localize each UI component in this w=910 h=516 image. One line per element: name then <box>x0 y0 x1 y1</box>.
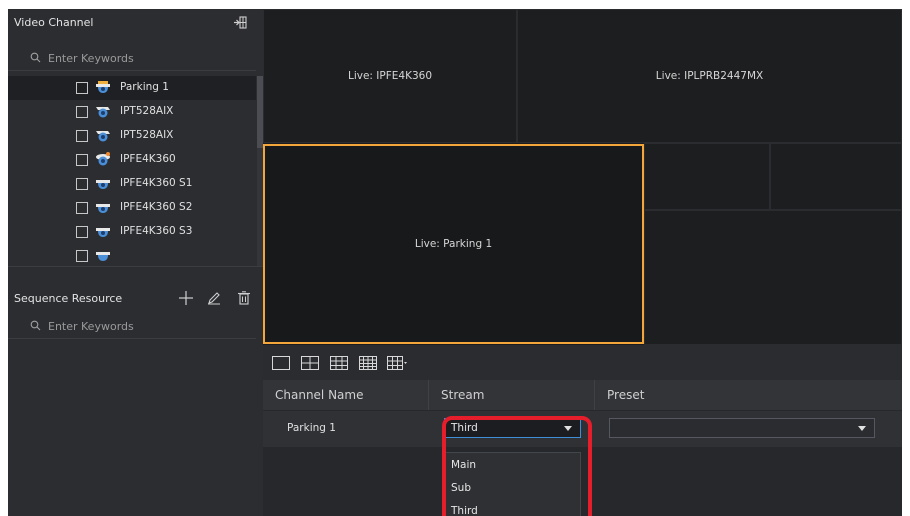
video-tile-2[interactable]: Live: IPLPRB2447MX <box>517 9 902 143</box>
tree-item-label: IPT528AIX <box>120 129 174 141</box>
search-icon <box>30 320 41 331</box>
tile-label: Live: IPLPRB2447MX <box>655 70 764 82</box>
edit-icon[interactable] <box>206 290 222 306</box>
open-to-window-icon[interactable] <box>232 14 248 30</box>
channel-checkbox[interactable] <box>76 154 88 166</box>
stream-select-value: Third <box>451 422 478 434</box>
tree-item-ipt528aix-2[interactable]: IPT528AIX <box>8 124 256 148</box>
stream-option-third[interactable]: Third <box>445 499 580 516</box>
tree-item-label: IPFE4K360 <box>120 153 176 165</box>
tile-label: Live: Parking 1 <box>414 238 493 250</box>
sequence-search-input[interactable] <box>48 320 248 333</box>
video-channel-header: Video Channel <box>8 9 263 35</box>
left-panel: Video Channel Parking 1 IPT528AIX <box>8 9 263 516</box>
tree-item-label: IPT528AIX <box>120 105 174 117</box>
channel-search[interactable] <box>8 47 256 71</box>
dome-camera-icon <box>96 204 110 213</box>
channel-search-input[interactable] <box>48 52 248 65</box>
add-icon[interactable] <box>178 290 194 306</box>
channel-checkbox[interactable] <box>76 106 88 118</box>
section-divider <box>8 266 263 267</box>
column-header-stream: Stream <box>429 380 595 410</box>
channel-checkbox[interactable] <box>76 202 88 214</box>
channel-checkbox[interactable] <box>76 226 88 238</box>
video-client-window: Video Channel Parking 1 IPT528AIX <box>8 9 902 516</box>
tree-item-label: IPFE4K360 S3 <box>120 225 193 237</box>
chevron-down-icon <box>858 426 866 431</box>
video-grid: Live: IPFE4K360 Live: IPLPRB2447MX Live:… <box>263 9 902 345</box>
search-icon <box>30 52 41 63</box>
channel-checkbox[interactable] <box>76 178 88 190</box>
bullet-camera-icon <box>96 107 110 118</box>
channel-tree: Parking 1 IPT528AIX IPT528AIX IPFE4K360 <box>8 76 258 266</box>
layout-4x4-icon[interactable] <box>358 355 378 371</box>
column-header-label: Preset <box>607 388 645 402</box>
stream-option-sub[interactable]: Sub <box>445 476 580 499</box>
layout-2x2-icon[interactable] <box>300 355 320 371</box>
bullet-camera-icon <box>96 131 110 142</box>
column-header-label: Stream <box>441 388 485 402</box>
tree-item-parking-1[interactable]: Parking 1 <box>8 76 256 100</box>
video-tile-empty[interactable] <box>770 143 902 210</box>
table-header: Channel Name Stream Preset <box>263 380 902 410</box>
fisheye-camera-icon <box>96 152 110 166</box>
channel-name-cell: Parking 1 <box>287 422 336 434</box>
tree-item-ipfe4k360[interactable]: IPFE4K360 <box>8 148 256 172</box>
tree-item-ipfe4k360-s2[interactable]: IPFE4K360 S2 <box>8 196 256 220</box>
layout-toolbar <box>263 345 902 380</box>
dome-camera-icon <box>96 252 110 261</box>
sequence-search[interactable] <box>8 315 256 339</box>
channel-checkbox[interactable] <box>76 250 88 262</box>
stream-option-main[interactable]: Main <box>445 453 580 476</box>
tree-item-label: IPFE4K360 S1 <box>120 177 193 189</box>
tree-item-label: IPFE4K360 S2 <box>120 201 193 213</box>
video-tile-active[interactable]: Live: Parking 1 <box>263 144 644 344</box>
tree-item-ipt528aix[interactable]: IPT528AIX <box>8 100 256 124</box>
dome-camera-icon <box>96 180 110 189</box>
column-header-preset: Preset <box>595 380 902 410</box>
preset-select[interactable] <box>609 418 875 438</box>
layout-3x3-icon[interactable] <box>329 355 349 371</box>
video-tile-empty[interactable] <box>644 143 770 210</box>
layout-1x1-icon[interactable] <box>271 355 291 371</box>
layout-more-icon[interactable] <box>387 355 407 371</box>
sequence-resource-title: Sequence Resource <box>14 291 123 305</box>
delete-icon[interactable] <box>236 290 252 306</box>
channel-checkbox[interactable] <box>76 82 88 94</box>
video-tile-1[interactable]: Live: IPFE4K360 <box>263 9 517 143</box>
channel-stream-table: Channel Name Stream Preset Parking 1 <box>263 380 902 516</box>
stream-select[interactable]: Third <box>444 418 581 438</box>
column-header-label: Channel Name <box>275 388 364 402</box>
tile-label: Live: IPFE4K360 <box>347 70 433 82</box>
channel-checkbox[interactable] <box>76 130 88 142</box>
column-header-channel-name: Channel Name <box>263 380 429 410</box>
sequence-resource-header: Sequence Resource <box>8 285 263 311</box>
dome-camera-icon <box>96 228 110 237</box>
video-channel-title: Video Channel <box>14 15 94 29</box>
tree-item-partial[interactable] <box>8 244 256 266</box>
chevron-down-icon <box>564 426 572 431</box>
video-tile-empty[interactable] <box>644 210 902 345</box>
dome-camera-icon <box>96 81 110 93</box>
tree-item-ipfe4k360-s1[interactable]: IPFE4K360 S1 <box>8 172 256 196</box>
tree-item-label: Parking 1 <box>120 81 169 93</box>
stream-dropdown-list: Main Sub Third <box>444 452 581 516</box>
tree-item-ipfe4k360-s3[interactable]: IPFE4K360 S3 <box>8 220 256 244</box>
